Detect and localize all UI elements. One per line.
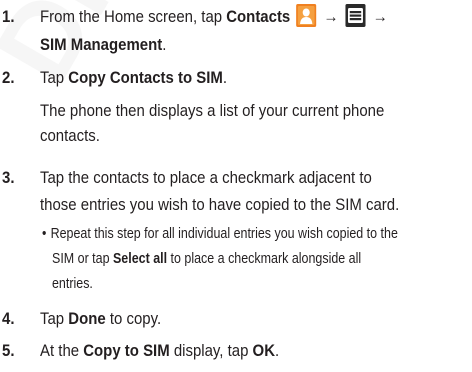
sub-bullet-line: • Repeat this step for all individual ent… <box>42 222 398 246</box>
step-text-line: Tap Copy Contacts to SIM. <box>40 68 228 87</box>
step-number: 1. <box>2 7 15 26</box>
contacts-person-icon <box>296 4 317 27</box>
bullet-icon: • <box>42 226 47 242</box>
step-text-line: contacts. <box>40 126 100 145</box>
step-text-line: Tap the contacts to place a checkmark ad… <box>40 168 372 187</box>
bold-term: Select all <box>112 251 168 267</box>
bold-term: Contacts <box>226 7 291 26</box>
step-text-line: Tap Done to copy. <box>40 309 162 328</box>
bold-term: OK <box>252 341 276 360</box>
sub-bullet-line: SIM or tap Select all to place a checkma… <box>52 251 362 267</box>
sub-bullet-line: entries. <box>52 276 93 292</box>
menu-list-icon <box>345 4 366 27</box>
bold-term: Copy to SIM <box>83 341 170 360</box>
arrow-right-icon: → <box>323 7 339 26</box>
step-number: 5. <box>2 341 15 360</box>
document-page: Draft 1. From the Home screen, tap Conta… <box>0 0 472 372</box>
step-text-line: From the Home screen, tap Contacts → → <box>40 3 393 31</box>
bold-term: Copy Contacts to SIM <box>68 68 223 87</box>
step-text-line: The phone then displays a list of your c… <box>40 101 385 120</box>
bold-term: SIM Management <box>40 35 163 54</box>
step-text-line: those entries you wish to have copied to… <box>40 195 400 214</box>
step-text-line: At the Copy to SIM display, tap OK. <box>40 341 280 360</box>
step-number: 2. <box>2 68 15 87</box>
step-number: 4. <box>2 309 15 328</box>
bold-term: Done <box>68 309 106 328</box>
step-number: 3. <box>2 168 15 187</box>
arrow-right-icon: → <box>372 7 388 26</box>
step-text-line: SIM Management. <box>40 35 167 54</box>
